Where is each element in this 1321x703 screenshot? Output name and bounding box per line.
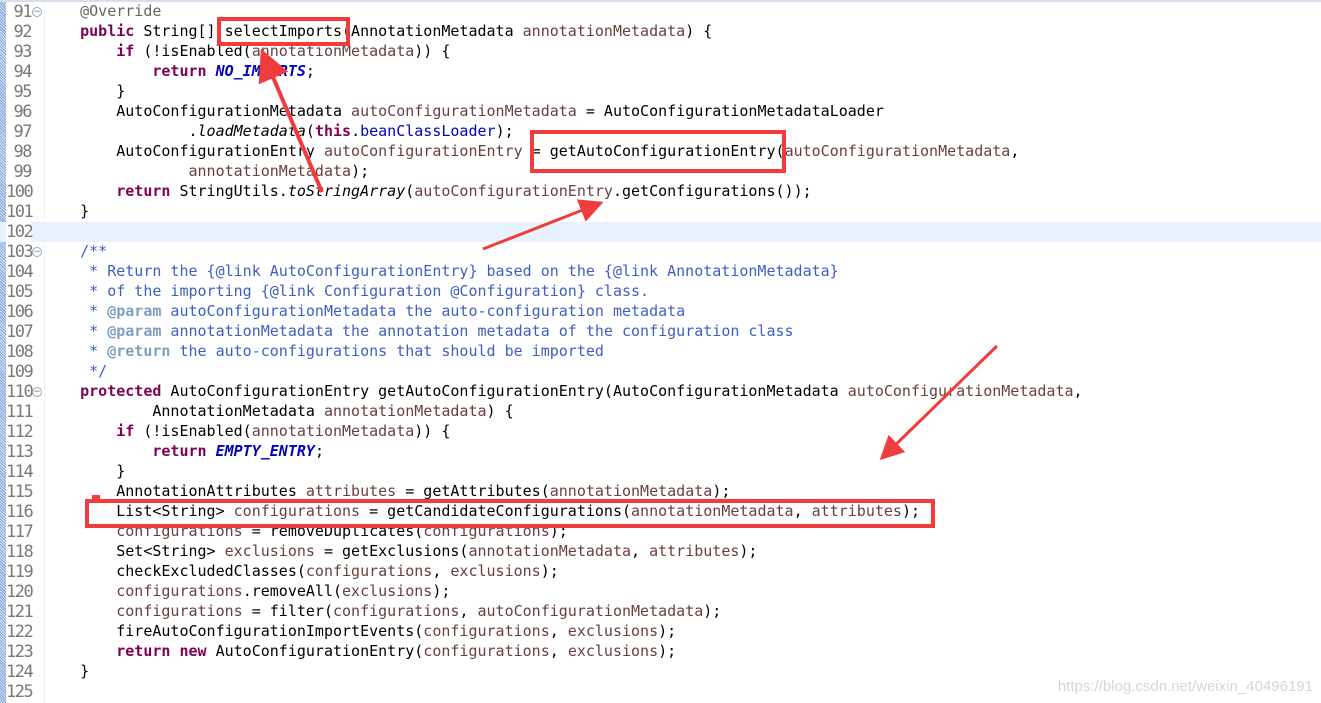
highlight-box-getCandidateConfigurations <box>85 499 935 528</box>
highlight-box-selectImports <box>217 17 350 46</box>
highlight-box-getAutoConfigurationEntry <box>530 130 786 173</box>
arrow-to-selectImports <box>258 48 324 193</box>
watermark: https://blog.csdn.net/weixin_40496191 <box>1057 678 1313 695</box>
arrow-to-getAutoConfigurationEntry <box>879 344 999 461</box>
marker-square <box>92 495 100 501</box>
annotation-overlay <box>85 17 999 528</box>
arrow-to-getConfigurations <box>482 199 604 251</box>
